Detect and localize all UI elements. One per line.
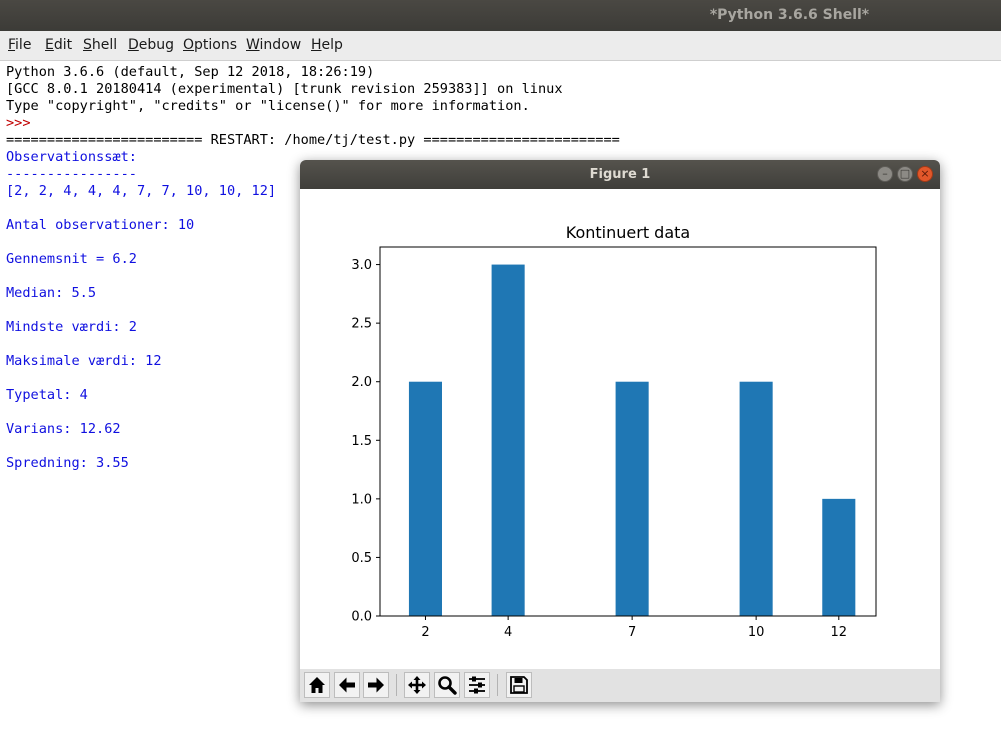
menu-debug[interactable]: Debug: [128, 37, 174, 53]
figure-window: Figure 1 – □ × 0.0 0.5 1.0 1.5 2.0 2.5 3.0 2 4 7 1…: [300, 160, 940, 702]
window-titlebar[interactable]: *Python 3.6.6 Shell*: [0, 0, 1001, 31]
menu-window[interactable]: Window: [246, 37, 301, 53]
x-tick-label: 2: [421, 625, 429, 640]
x-tick-label: 10: [748, 625, 765, 640]
y-tick-label: 2.5: [351, 317, 372, 332]
home-icon: [309, 677, 325, 693]
y-tick-label: 0.0: [351, 610, 372, 625]
y-tick-label: 2.0: [351, 375, 372, 390]
forward-button[interactable]: [363, 672, 389, 698]
chart-bar: [822, 498, 856, 616]
zoom-button[interactable]: [434, 672, 460, 698]
pan-button[interactable]: [404, 672, 430, 698]
plot-canvas[interactable]: 0.0 0.5 1.0 1.5 2.0 2.5 3.0 2 4 7 10 12 Kontinuert d…: [300, 189, 940, 669]
shell-line: ======================== RESTART: /home/…: [6, 132, 620, 148]
toolbar-separator: [396, 674, 397, 696]
maximize-button[interactable]: □: [897, 166, 913, 182]
shell-line: [GCC 8.0.1 20180414 (experimental) [trun…: [6, 81, 563, 97]
y-tick-label: 3.0: [351, 258, 372, 273]
menu-edit[interactable]: Edit: [45, 37, 72, 53]
forward-arrow-icon: [368, 677, 384, 693]
x-tick-label: 4: [504, 625, 512, 640]
figure-titlebar[interactable]: Figure 1 – □ ×: [300, 160, 940, 189]
shell-line: Type "copyright", "credits" or "license(…: [6, 98, 530, 114]
zoom-icon: [438, 676, 457, 695]
shell-line: Python 3.6.6 (default, Sep 12 2018, 18:2…: [6, 64, 375, 80]
home-button[interactable]: [304, 672, 330, 698]
chart-bar: [491, 264, 525, 616]
back-arrow-icon: [339, 677, 355, 693]
save-button[interactable]: [506, 672, 532, 698]
chart-bar: [739, 381, 773, 616]
menu-shell[interactable]: Shell: [83, 37, 117, 53]
pan-icon: [408, 676, 426, 694]
configure-subplots-icon: [469, 676, 485, 694]
x-tick-label: 7: [628, 625, 636, 640]
back-button[interactable]: [334, 672, 360, 698]
window-title: *Python 3.6.6 Shell*: [709, 7, 870, 23]
chart-bar: [408, 381, 442, 616]
y-tick-label: 0.5: [351, 551, 372, 566]
toolbar-separator: [497, 674, 498, 696]
configure-subplots-button[interactable]: [464, 672, 490, 698]
y-tick-label: 1.5: [351, 434, 372, 449]
menu-file[interactable]: File: [8, 37, 31, 53]
shell-prompt: >>>: [6, 115, 31, 131]
minimize-button[interactable]: –: [877, 166, 893, 182]
menu-help[interactable]: Help: [311, 37, 343, 53]
navigation-toolbar: [300, 669, 940, 702]
menu-bar: File Edit Shell Debug Options Window Hel…: [0, 31, 1001, 61]
close-button[interactable]: ×: [917, 166, 933, 182]
chart-title: Kontinuert data: [566, 223, 690, 242]
y-tick-label: 1.0: [351, 492, 372, 507]
chart-bar: [615, 381, 649, 616]
bar-chart: 0.0 0.5 1.0 1.5 2.0 2.5 3.0 2 4 7 10 12 Kontinuert d…: [351, 223, 877, 640]
x-tick-label: 12: [831, 625, 848, 640]
figure-title: Figure 1: [589, 167, 651, 182]
save-icon: [510, 676, 528, 694]
menu-options[interactable]: Options: [183, 37, 237, 53]
